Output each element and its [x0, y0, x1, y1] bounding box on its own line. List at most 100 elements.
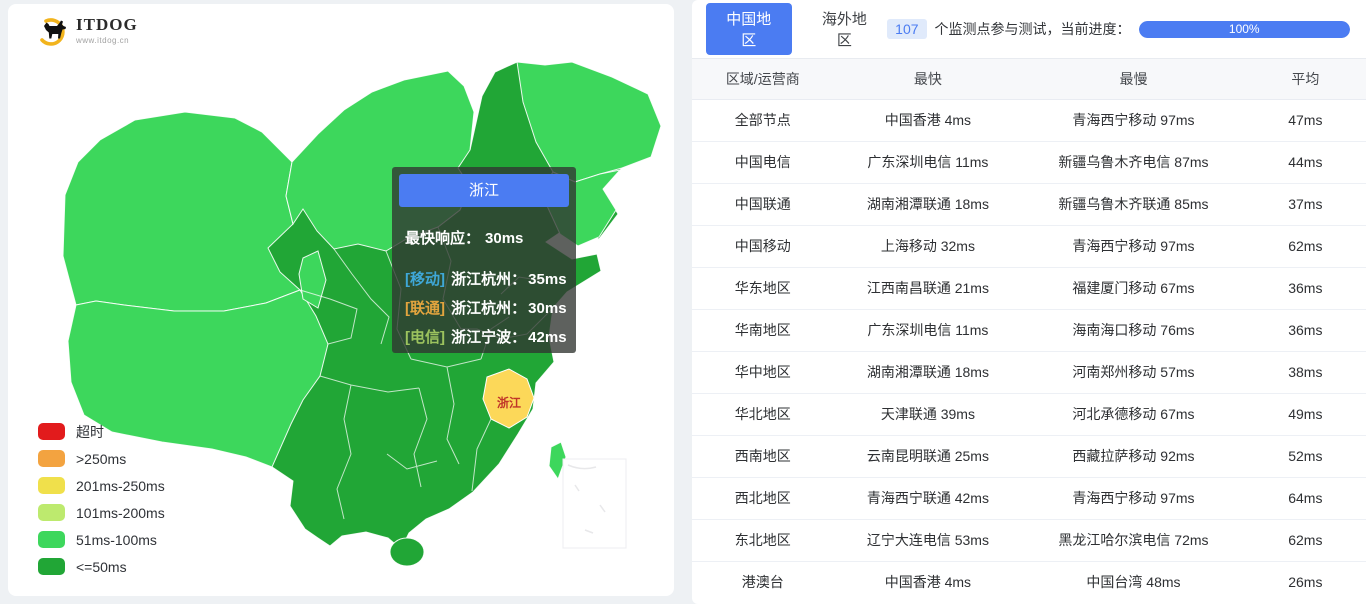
table-cell: 中国香港 4ms — [834, 561, 1023, 603]
table-cell: 49ms — [1245, 393, 1366, 435]
monitor-count-badge: 107 — [887, 19, 926, 39]
legend-item: 201ms-250ms — [38, 472, 165, 499]
map-legend: 超时 >250ms 201ms-250ms 101ms-200ms 51ms-100ms… — [38, 418, 165, 580]
table-cell: 37ms — [1245, 183, 1366, 225]
progress-fill: 100% — [1139, 21, 1350, 38]
table-cell: 河北承德移动 67ms — [1022, 393, 1244, 435]
map-province-xinjiang[interactable] — [63, 112, 300, 311]
table-cell: 西南地区 — [692, 435, 834, 477]
table-cell: 华南地区 — [692, 309, 834, 351]
legend-label: <=50ms — [76, 559, 127, 575]
legend-label: 超时 — [76, 422, 104, 442]
results-panel: 中国地区 海外地区 107 个监测点参与测试，当前进度： 100% 区域/运营商… — [692, 0, 1366, 604]
table-cell: 辽宁大连电信 53ms — [834, 519, 1023, 561]
table-cell: 湖南湘潭联通 18ms — [834, 351, 1023, 393]
header-slowest: 最慢 — [1022, 59, 1244, 99]
table-cell: 河南郑州移动 57ms — [1022, 351, 1244, 393]
results-table: 区域/运营商 最快 最慢 平均 全部节点中国香港 4ms青海西宁移动 97ms4… — [692, 59, 1366, 603]
table-cell: 广东深圳电信 11ms — [834, 141, 1023, 183]
legend-item: 超时 — [38, 418, 165, 445]
table-cell: 云南昆明联通 25ms — [834, 435, 1023, 477]
map-panel: 浙江 ITDOG www.itdog.cn 浙江 最快响应：30ms [移动] … — [8, 4, 674, 596]
table-cell: 海南海口移动 76ms — [1022, 309, 1244, 351]
table-cell: 中国台湾 48ms — [1022, 561, 1244, 603]
logo-subtitle: www.itdog.cn — [76, 36, 138, 45]
tab-overseas-region[interactable]: 海外地区 — [802, 3, 888, 55]
table-cell: 西北地区 — [692, 477, 834, 519]
table-cell: 天津联通 39ms — [834, 393, 1023, 435]
table-cell: 26ms — [1245, 561, 1366, 603]
map-province-hainan[interactable] — [390, 538, 424, 566]
table-cell: 港澳台 — [692, 561, 834, 603]
legend-label: 101ms-200ms — [76, 505, 165, 521]
table-cell: 44ms — [1245, 141, 1366, 183]
table-cell: 62ms — [1245, 519, 1366, 561]
table-cell: 新疆乌鲁木齐联通 85ms — [1022, 183, 1244, 225]
table-cell: 36ms — [1245, 309, 1366, 351]
table-cell: 中国联通 — [692, 183, 834, 225]
table-row[interactable]: 港澳台中国香港 4ms中国台湾 48ms26ms — [692, 561, 1366, 603]
table-cell: 52ms — [1245, 435, 1366, 477]
legend-item: >250ms — [38, 445, 165, 472]
south-china-sea-inset — [563, 459, 626, 548]
map-label-zhejiang: 浙江 — [497, 395, 521, 410]
table-cell: 青海西宁移动 97ms — [1022, 225, 1244, 267]
legend-label: >250ms — [76, 451, 126, 467]
table-cell: 东北地区 — [692, 519, 834, 561]
progress-bar: 100% — [1139, 21, 1350, 38]
legend-item: 101ms-200ms — [38, 499, 165, 526]
legend-item: <=50ms — [38, 553, 165, 580]
table-row[interactable]: 华中地区湖南湘潭联通 18ms河南郑州移动 57ms38ms — [692, 351, 1366, 393]
table-cell: 中国电信 — [692, 141, 834, 183]
table-row[interactable]: 西南地区云南昆明联通 25ms西藏拉萨移动 92ms52ms — [692, 435, 1366, 477]
legend-color-swatch — [38, 423, 65, 440]
legend-label: 51ms-100ms — [76, 532, 157, 548]
table-cell: 华北地区 — [692, 393, 834, 435]
header-fastest: 最快 — [834, 59, 1023, 99]
table-row[interactable]: 华南地区广东深圳电信 11ms海南海口移动 76ms36ms — [692, 309, 1366, 351]
table-cell: 中国香港 4ms — [834, 99, 1023, 141]
itdog-logo[interactable]: ITDOG www.itdog.cn — [34, 12, 138, 48]
table-cell: 湖南湘潭联通 18ms — [834, 183, 1023, 225]
table-cell: 上海移动 32ms — [834, 225, 1023, 267]
legend-color-swatch — [38, 450, 65, 467]
tab-china-region[interactable]: 中国地区 — [706, 3, 792, 55]
legend-color-swatch — [38, 558, 65, 575]
table-row[interactable]: 中国联通湖南湘潭联通 18ms新疆乌鲁木齐联通 85ms37ms — [692, 183, 1366, 225]
legend-item: 51ms-100ms — [38, 526, 165, 553]
table-cell: 西藏拉萨移动 92ms — [1022, 435, 1244, 477]
results-table-body: 全部节点中国香港 4ms青海西宁移动 97ms47ms中国电信广东深圳电信 11… — [692, 99, 1366, 603]
table-row[interactable]: 全部节点中国香港 4ms青海西宁移动 97ms47ms — [692, 99, 1366, 141]
legend-color-swatch — [38, 504, 65, 521]
table-cell: 黑龙江哈尔滨电信 72ms — [1022, 519, 1244, 561]
table-row[interactable]: 华东地区江西南昌联通 21ms福建厦门移动 67ms36ms — [692, 267, 1366, 309]
table-cell: 中国移动 — [692, 225, 834, 267]
table-cell: 江西南昌联通 21ms — [834, 267, 1023, 309]
table-cell: 36ms — [1245, 267, 1366, 309]
table-cell: 新疆乌鲁木齐电信 87ms — [1022, 141, 1244, 183]
table-cell: 47ms — [1245, 99, 1366, 141]
table-cell: 62ms — [1245, 225, 1366, 267]
status-text: 个监测点参与测试，当前进度： — [935, 19, 1131, 39]
table-cell: 全部节点 — [692, 99, 834, 141]
table-header-row: 区域/运营商 最快 最慢 平均 — [692, 59, 1366, 99]
legend-color-swatch — [38, 477, 65, 494]
table-cell: 38ms — [1245, 351, 1366, 393]
logo-title: ITDOG — [76, 15, 138, 35]
table-row[interactable]: 中国电信广东深圳电信 11ms新疆乌鲁木齐电信 87ms44ms — [692, 141, 1366, 183]
table-cell: 青海西宁移动 97ms — [1022, 99, 1244, 141]
table-cell: 广东深圳电信 11ms — [834, 309, 1023, 351]
table-row[interactable]: 东北地区辽宁大连电信 53ms黑龙江哈尔滨电信 72ms62ms — [692, 519, 1366, 561]
table-cell: 青海西宁联通 42ms — [834, 477, 1023, 519]
table-cell: 青海西宁移动 97ms — [1022, 477, 1244, 519]
table-row[interactable]: 西北地区青海西宁联通 42ms青海西宁移动 97ms64ms — [692, 477, 1366, 519]
header-average: 平均 — [1245, 59, 1366, 99]
legend-label: 201ms-250ms — [76, 478, 165, 494]
header-region-operator: 区域/运营商 — [692, 59, 834, 99]
table-cell: 华东地区 — [692, 267, 834, 309]
table-cell: 华中地区 — [692, 351, 834, 393]
legend-color-swatch — [38, 531, 65, 548]
itdog-dog-icon — [34, 12, 72, 48]
table-row[interactable]: 中国移动上海移动 32ms青海西宁移动 97ms62ms — [692, 225, 1366, 267]
table-row[interactable]: 华北地区天津联通 39ms河北承德移动 67ms49ms — [692, 393, 1366, 435]
